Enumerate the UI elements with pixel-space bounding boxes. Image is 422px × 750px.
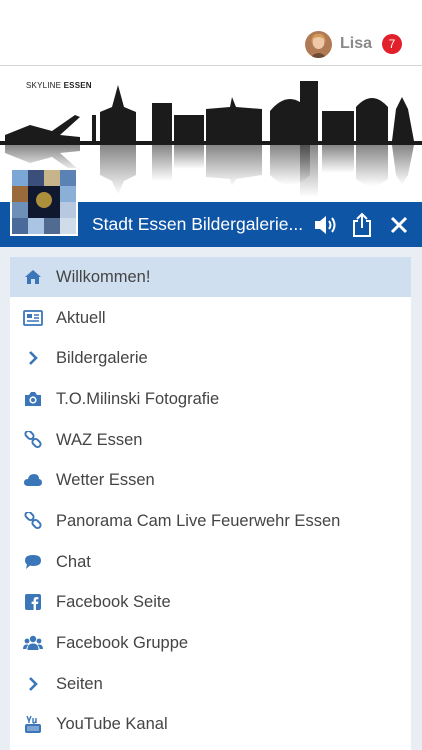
menu-item-youtube-kanal[interactable]: YouTube Kanal <box>10 704 411 744</box>
menu-item-label: Facebook Seite <box>56 592 171 611</box>
menu-item-label: Bildergalerie <box>56 348 148 367</box>
user-profile[interactable]: Lisa 7 <box>304 30 402 58</box>
speaker-icon[interactable] <box>311 210 341 240</box>
menu-item-label: WAZ Essen <box>56 430 143 449</box>
menu-item-facebook-gruppe[interactable]: Facebook Gruppe <box>10 623 411 663</box>
menu-item-label: Panorama Cam Live Feuerwehr Essen <box>56 511 341 530</box>
menu-item-label: Willkommen! <box>56 267 151 286</box>
menu-item-bildergalerie[interactable]: Bildergalerie <box>10 338 411 378</box>
menu-item-label: Aktuell <box>56 308 106 327</box>
gallery-thumbnail[interactable] <box>10 168 78 236</box>
menu-item-label: Chat <box>56 552 91 571</box>
menu-item-label: YouTube Kanal <box>56 714 168 733</box>
menu-item-milinski-fotografie[interactable]: T.O.Milinski Fotografie <box>10 379 411 419</box>
link-icon <box>10 512 56 530</box>
menu-item-wetter-essen[interactable]: Wetter Essen <box>10 460 411 500</box>
menu-item-label: Seiten <box>56 674 103 693</box>
avatar[interactable] <box>304 30 332 58</box>
menu-item-willkommen[interactable]: Willkommen! <box>10 257 411 297</box>
chat-icon <box>10 554 56 570</box>
menu-item-label: Wetter Essen <box>56 470 155 489</box>
menu-item-facebook-seite[interactable]: Facebook Seite <box>10 582 411 622</box>
side-menu: Willkommen! Aktuell Bildergalerie T.O.Mi… <box>10 257 411 750</box>
menu-item-label: Facebook Gruppe <box>56 633 189 652</box>
share-icon[interactable] <box>347 210 377 240</box>
banner-title: SKYLINE ESSEN <box>26 81 92 90</box>
newspaper-icon <box>10 310 56 326</box>
menu-item-seiten[interactable]: Seiten <box>10 664 411 704</box>
close-icon[interactable] <box>384 210 414 240</box>
link-icon <box>10 431 56 449</box>
youtube-icon <box>10 715 56 733</box>
page-title: Stadt Essen Bildergalerie... <box>92 214 304 234</box>
menu-item-chat[interactable]: Chat <box>10 542 411 582</box>
notification-badge[interactable]: 7 <box>382 34 402 54</box>
camera-icon <box>10 391 56 407</box>
group-icon <box>10 635 56 651</box>
facebook-icon <box>10 594 56 610</box>
menu-item-aktuell[interactable]: Aktuell <box>10 298 411 338</box>
menu-item-waz-essen[interactable]: WAZ Essen <box>10 420 411 460</box>
chevron-right-icon <box>10 350 56 366</box>
home-icon <box>10 269 56 285</box>
chevron-right-icon <box>10 676 56 692</box>
username[interactable]: Lisa <box>340 35 372 53</box>
top-bar: Lisa 7 <box>0 0 422 66</box>
menu-item-label: T.O.Milinski Fotografie <box>56 389 220 408</box>
menu-item-panorama-cam[interactable]: Panorama Cam Live Feuerwehr Essen <box>10 501 411 541</box>
cloud-icon <box>10 473 56 487</box>
